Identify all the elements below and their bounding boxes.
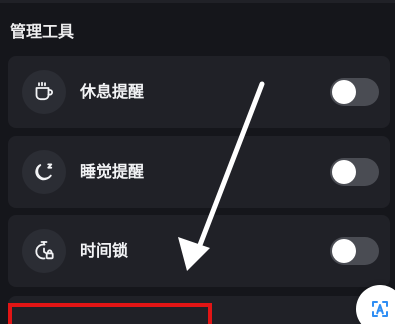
toggle-knob [332,239,356,263]
red-highlight-box [8,303,212,324]
section-title: 管理工具 [10,22,75,41]
rest-reminder-label: 休息提醒 [80,82,145,101]
settings-screen: 管理工具 休息提醒 睡觉提醒 时间锁 [0,0,395,324]
rest-reminder-toggle[interactable] [330,78,379,106]
sleep-reminder-label: 睡觉提醒 [80,162,145,181]
time-lock-row[interactable]: 时间锁 [8,215,390,287]
time-lock-label: 时间锁 [80,241,129,260]
sleep-reminder-toggle[interactable] [330,158,379,186]
top-divider [0,0,395,3]
coffee-cup-icon [22,70,66,114]
timer-lock-icon [22,229,66,273]
moon-sleep-icon [22,150,66,194]
sleep-reminder-row[interactable]: 睡觉提醒 [8,136,390,208]
toggle-knob [332,160,356,184]
rest-reminder-row[interactable]: 休息提醒 [8,56,390,128]
time-lock-toggle[interactable] [330,237,379,265]
text-scan-button[interactable] [356,285,395,324]
toggle-knob [332,80,356,104]
text-scan-icon [372,301,388,317]
